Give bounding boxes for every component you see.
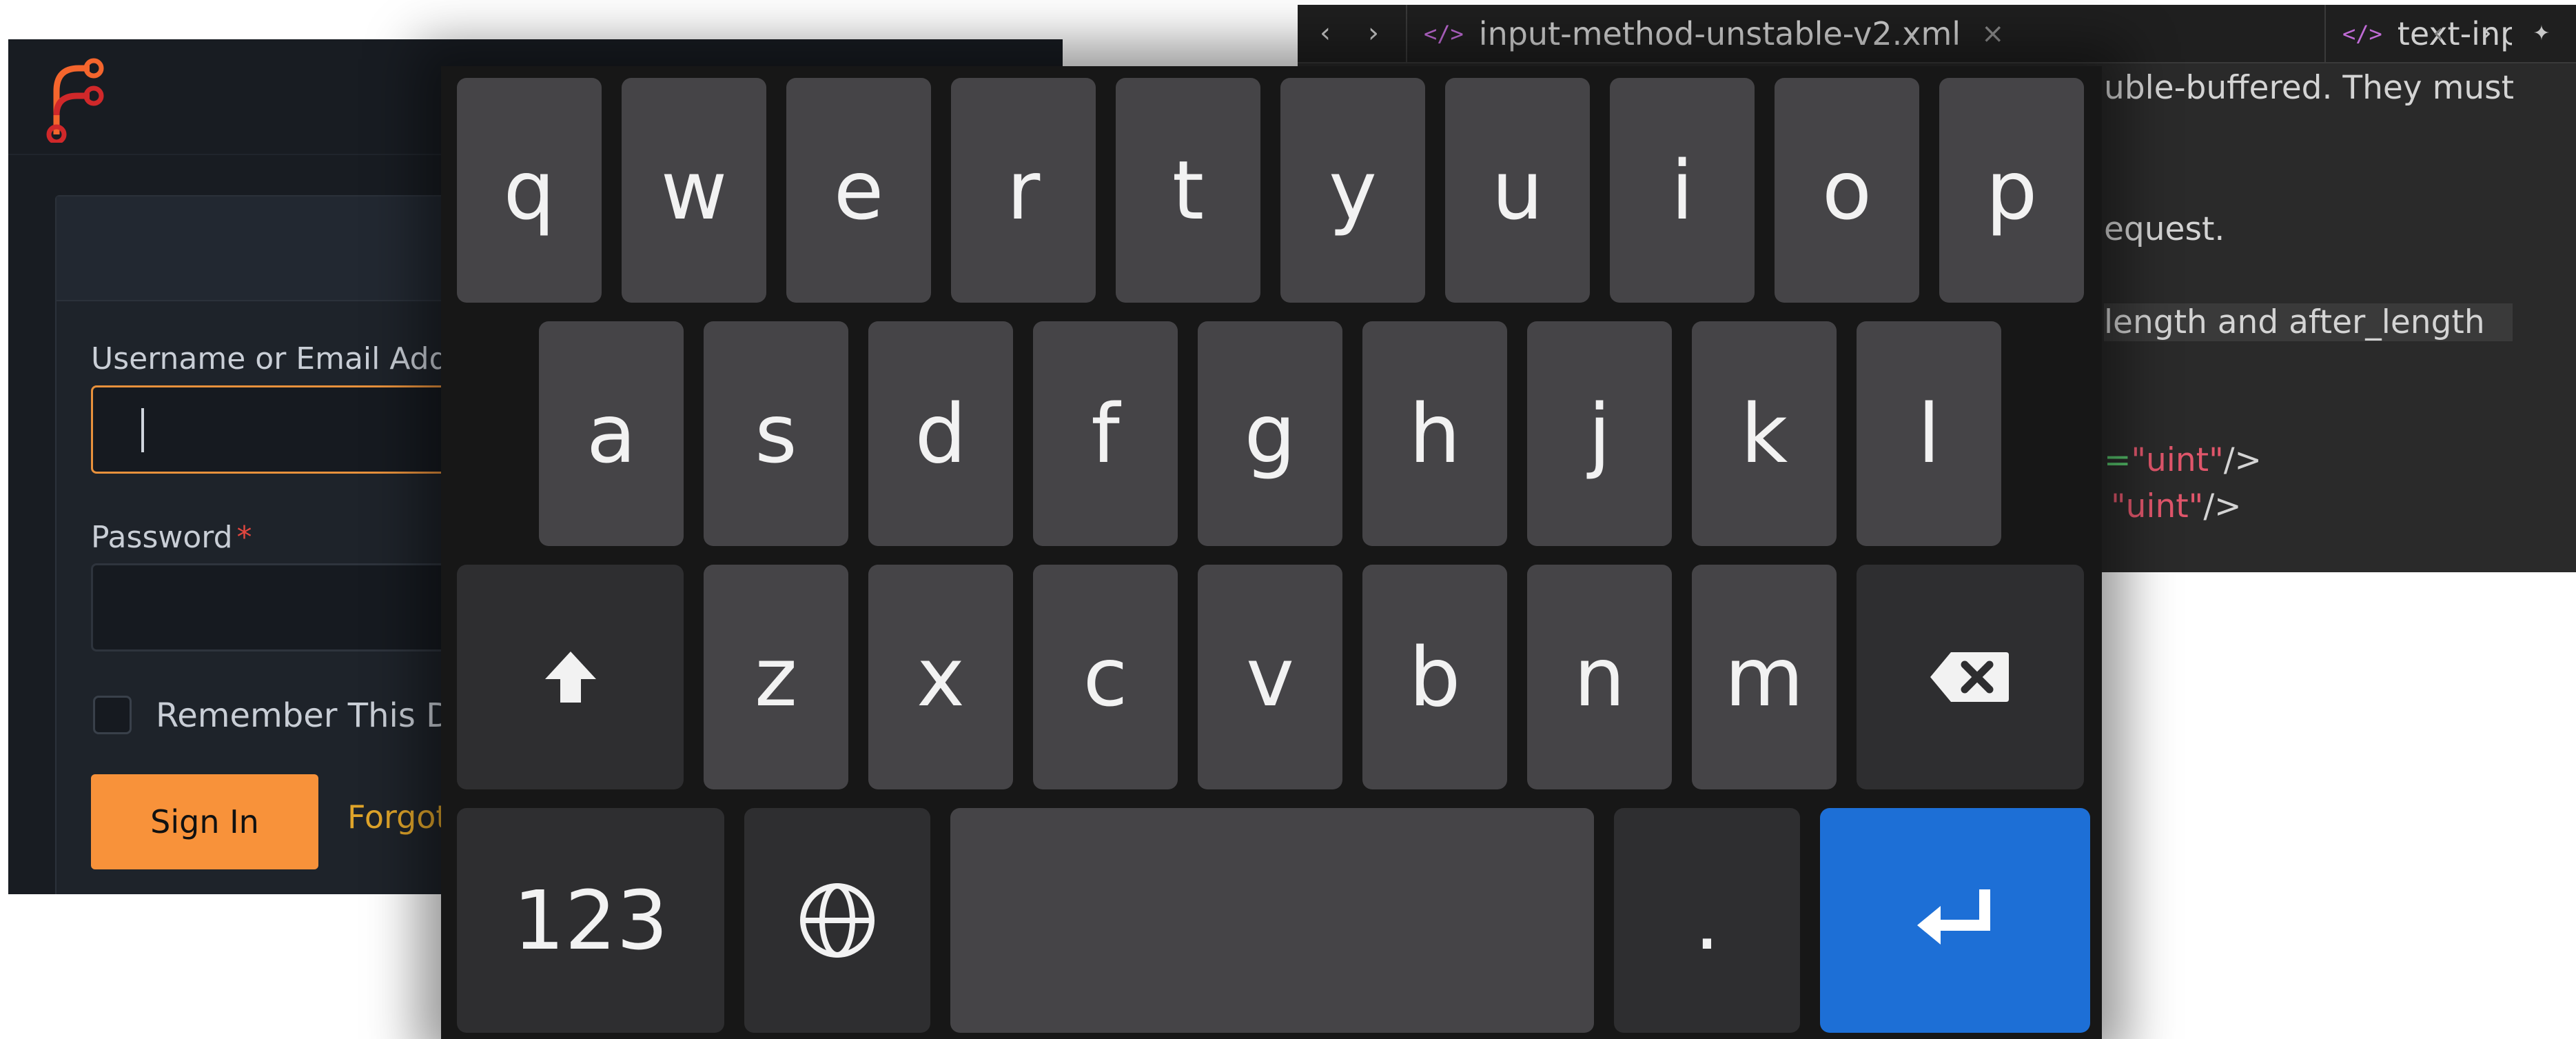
key-x[interactable]: x — [868, 565, 1013, 789]
code-token-operator: = — [2104, 441, 2132, 479]
remember-device-checkbox[interactable] — [93, 696, 132, 734]
desktop: ‹ › </> input-method-unstable-v2.xml × <… — [0, 0, 2576, 1039]
key-e[interactable]: e — [786, 78, 931, 303]
password-label: Password * — [91, 520, 252, 555]
editor-tab-bar: ‹ › </> input-method-unstable-v2.xml × <… — [1298, 5, 2576, 63]
on-screen-keyboard: q w e r t y u i o p a s d f g h j k l z … — [441, 66, 2102, 1039]
key-t[interactable]: t — [1116, 78, 1260, 303]
key-label: 123 — [513, 873, 668, 968]
code-token-tag-end: /> — [2223, 441, 2262, 479]
backspace-icon — [1930, 652, 2009, 702]
history-back-button[interactable]: ‹ — [1298, 5, 1353, 62]
code-line-highlighted: length and after_length — [2104, 303, 2513, 341]
code-line: ="uint"/> — [2104, 441, 2262, 479]
key-label: . — [1694, 873, 1720, 968]
key-q[interactable]: q — [457, 78, 602, 303]
key-label: z — [755, 629, 797, 725]
code-view[interactable]: uble-buffered. They must equest. length … — [2104, 62, 2576, 525]
key-label: j — [1588, 386, 1611, 481]
key-enter[interactable] — [1820, 808, 2090, 1033]
shift-arrow-icon — [544, 652, 596, 703]
code-line: uble-buffered. They must — [2104, 69, 2515, 107]
code-token-string: "uint" — [2111, 487, 2204, 525]
key-label: e — [833, 143, 884, 238]
xml-code-icon: </> — [2342, 20, 2382, 47]
key-label: b — [1409, 629, 1461, 725]
code-token-string: "uint" — [2131, 441, 2224, 479]
password-label-text: Password — [91, 520, 233, 555]
key-label: v — [1246, 629, 1294, 725]
key-label: m — [1724, 629, 1804, 725]
key-j[interactable]: j — [1527, 321, 1672, 546]
key-n[interactable]: n — [1527, 565, 1672, 789]
key-numbers[interactable]: 123 — [457, 808, 724, 1033]
required-asterisk: * — [236, 520, 252, 555]
key-f[interactable]: f — [1033, 321, 1178, 546]
key-label: r — [1006, 143, 1041, 238]
key-label: p — [1985, 143, 2038, 238]
key-r[interactable]: r — [951, 78, 1096, 303]
close-tab-icon[interactable]: × — [1981, 18, 2005, 50]
key-s[interactable]: s — [704, 321, 848, 546]
key-label: f — [1091, 386, 1120, 481]
key-label: n — [1573, 629, 1626, 725]
tab-input-method-unstable-v2[interactable]: </> input-method-unstable-v2.xml × — [1406, 5, 2325, 62]
key-label: q — [503, 143, 555, 238]
key-label: h — [1409, 386, 1461, 481]
xml-code-icon: </> — [1424, 20, 1464, 47]
key-c[interactable]: c — [1033, 565, 1178, 789]
key-h[interactable]: h — [1362, 321, 1507, 546]
sign-in-button[interactable]: Sign In — [91, 774, 318, 869]
key-backspace[interactable] — [1857, 565, 2084, 789]
pin-icon[interactable]: ✦ — [2517, 5, 2566, 62]
key-d[interactable]: d — [868, 321, 1013, 546]
key-label: c — [1083, 629, 1128, 725]
key-w[interactable]: w — [622, 78, 766, 303]
key-label: w — [660, 143, 728, 238]
key-label: s — [755, 386, 797, 481]
key-space[interactable] — [950, 808, 1594, 1033]
code-token-tag-end: /> — [2203, 487, 2242, 525]
key-a[interactable]: a — [539, 321, 684, 546]
key-language[interactable] — [744, 808, 930, 1033]
key-label: y — [1329, 143, 1377, 238]
key-label: x — [917, 629, 965, 725]
enter-return-icon — [1917, 889, 1990, 945]
key-label: l — [1917, 386, 1941, 481]
key-label: d — [914, 386, 967, 481]
key-label: i — [1670, 143, 1694, 238]
key-label: a — [586, 386, 637, 481]
key-v[interactable]: v — [1198, 565, 1342, 789]
key-k[interactable]: k — [1692, 321, 1837, 546]
key-z[interactable]: z — [704, 565, 848, 789]
tab-scroll-right-button[interactable]: › — [2462, 5, 2511, 62]
key-shift[interactable] — [457, 565, 684, 789]
tab-scroll-left-button[interactable]: ‹ — [2414, 5, 2462, 62]
key-y[interactable]: y — [1280, 78, 1425, 303]
key-period[interactable]: . — [1614, 808, 1800, 1033]
key-u[interactable]: u — [1445, 78, 1590, 303]
key-label: u — [1491, 143, 1544, 238]
key-i[interactable]: i — [1610, 78, 1755, 303]
text-caret — [141, 408, 144, 452]
key-o[interactable]: o — [1775, 78, 1919, 303]
tab-title: input-method-unstable-v2.xml — [1478, 14, 1961, 52]
history-forward-button[interactable]: › — [1346, 5, 1401, 62]
key-label: g — [1244, 386, 1296, 481]
key-label: t — [1172, 143, 1205, 238]
key-l[interactable]: l — [1857, 321, 2001, 546]
code-line: equest. — [2104, 210, 2225, 248]
key-p[interactable]: p — [1939, 78, 2084, 303]
key-b[interactable]: b — [1362, 565, 1507, 789]
key-label: k — [1740, 386, 1788, 481]
key-m[interactable]: m — [1692, 565, 1837, 789]
code-line: "uint"/> — [2111, 487, 2242, 525]
key-g[interactable]: g — [1198, 321, 1342, 546]
key-label: o — [1821, 143, 1872, 238]
globe-icon — [800, 883, 875, 958]
forgejo-logo-icon[interactable] — [36, 53, 105, 143]
